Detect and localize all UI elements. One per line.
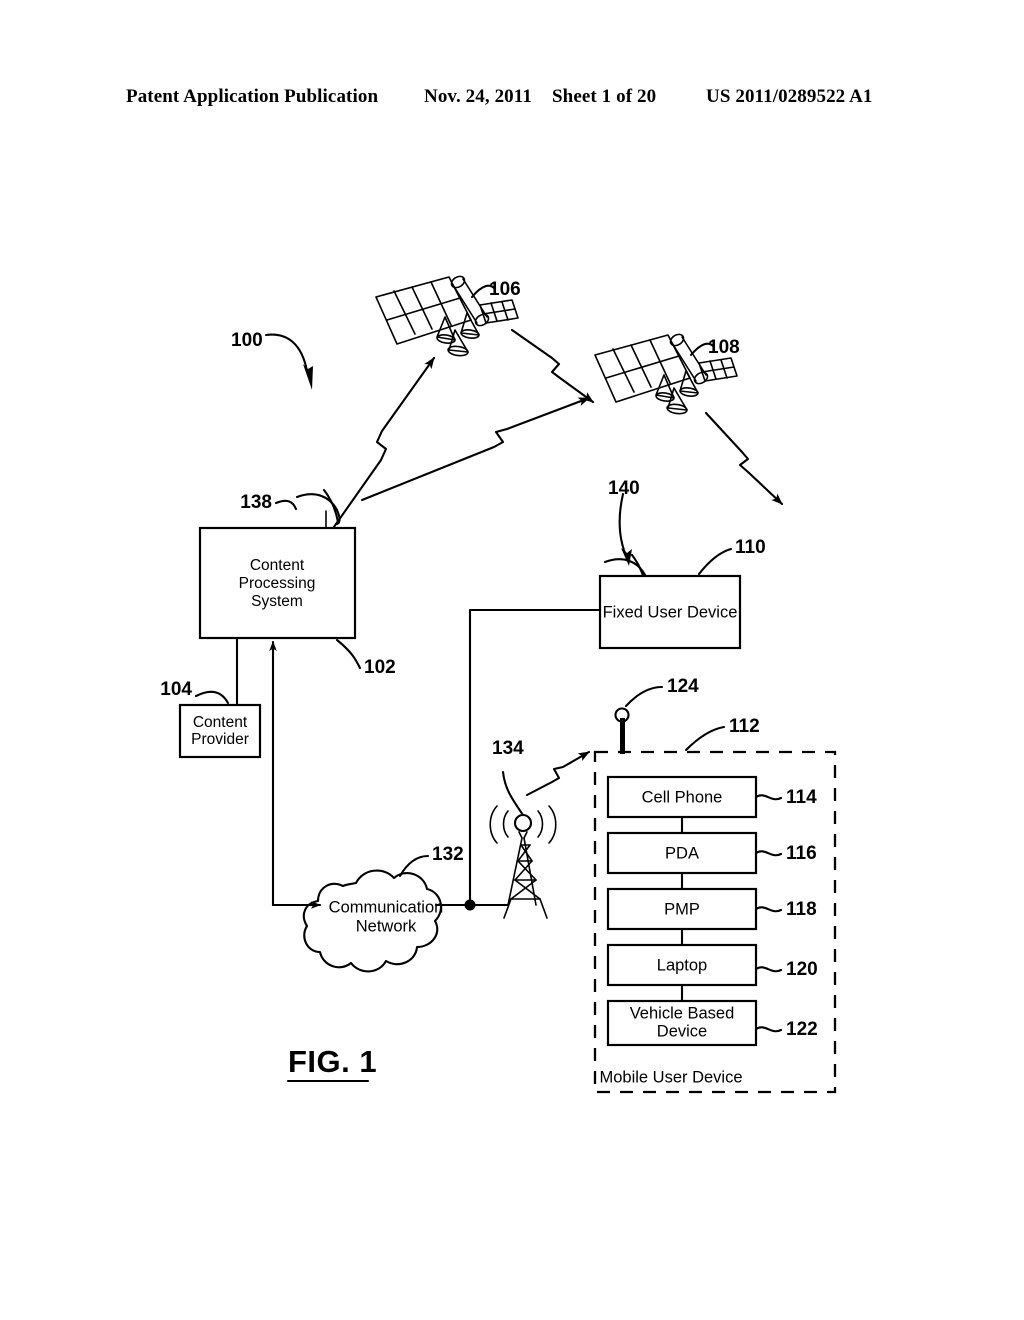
- patent-page: Patent Application Publication Nov. 24, …: [0, 0, 1024, 1320]
- ref-100-arrowhead: [303, 364, 313, 390]
- content-provider-box[interactable]: Content Provider 104: [160, 679, 262, 759]
- content-provider-label-line1: Content: [193, 714, 248, 731]
- rf-link-cps-to-satellite-106: [327, 356, 436, 536]
- communication-network-cloud[interactable]: Communication Network 132: [302, 844, 464, 973]
- ref-120-label: 120: [786, 959, 818, 980]
- ref-132-label: 132: [432, 844, 464, 865]
- mobile-device-cell-phone[interactable]: Cell Phone 114: [606, 775, 817, 819]
- content-processing-system-box[interactable]: Content Processing System 102: [198, 526, 396, 678]
- mobile-device-pmp[interactable]: PMP 118: [606, 887, 817, 931]
- pmp-label: PMP: [664, 900, 700, 918]
- ref-102-label: 102: [364, 657, 396, 678]
- ref-124-label: 124: [667, 676, 699, 697]
- ref-140-label: 140: [608, 478, 640, 499]
- ref-100-leader-line: [264, 333, 309, 373]
- mobile-device-pda[interactable]: PDA 116: [606, 831, 817, 875]
- mobile-user-device-label: Mobile User Device: [599, 1068, 742, 1086]
- vehicle-based-device-label-line1: Vehicle Based: [630, 1004, 735, 1022]
- content-provider-label-line2: Provider: [191, 731, 249, 748]
- figure-caption: FIG. 1: [286, 1044, 377, 1083]
- mobile-device-antenna-124: 124: [614, 676, 699, 754]
- ref-106-label: 106: [489, 279, 521, 300]
- ref-100-label: 100: [231, 330, 263, 351]
- ref-134-leader-line: [501, 770, 525, 817]
- fixed-user-device-label: Fixed User Device: [603, 603, 738, 621]
- mobile-antenna-mast: [620, 718, 625, 754]
- ref-124-leader-line: [624, 685, 664, 708]
- ref-116-label: 116: [786, 843, 817, 864]
- ref-112-label: 112: [729, 716, 760, 737]
- cps-dish-antenna-138: 138: [240, 488, 341, 529]
- ref-112-leader-line: [684, 725, 726, 752]
- vehicle-based-device-label-line2: Device: [657, 1022, 707, 1040]
- satellite-108-antenna-dishes: [655, 370, 699, 415]
- ref-110-label: 110: [735, 537, 766, 558]
- rf-link-tower-to-mobile-device: [525, 750, 591, 797]
- satellite-106-secondary-panel: [479, 299, 519, 324]
- mobile-device-vehicle-based-device[interactable]: Vehicle Based Device 122: [606, 999, 818, 1047]
- ref-122-label: 122: [786, 1019, 818, 1040]
- ref-122-leader-line: [754, 1026, 783, 1033]
- cps-label-line2: Processing: [239, 575, 316, 592]
- ref-102-leader-line: [335, 638, 362, 670]
- communication-network-label-line1: Communication: [329, 898, 444, 916]
- ref-116-leader-line: [754, 850, 783, 857]
- ref-140-arrowhead: [621, 548, 632, 566]
- cps-label-line3: System: [251, 593, 303, 610]
- ref-114-label: 114: [786, 787, 817, 808]
- cps-label-line1: Content: [250, 557, 305, 574]
- communication-network-label-line2: Network: [356, 917, 417, 935]
- satellite-108: 108: [594, 333, 740, 415]
- figure-1-diagram: 100 106 108 138 Content Processing Syste…: [160, 275, 837, 1094]
- rf-link-satellite-108-to-mobile-device: [704, 411, 784, 506]
- ref-104-leader-line: [194, 690, 230, 705]
- rf-link-satellite-106-to-108: [510, 328, 595, 404]
- ref-138-label: 138: [240, 492, 272, 513]
- ref-138-leader-line: [274, 499, 298, 511]
- satellite-106-antenna-dishes: [436, 312, 480, 357]
- pda-label: PDA: [665, 844, 699, 862]
- cell-phone-label: Cell Phone: [642, 788, 723, 806]
- ref-140-leader-line: [618, 492, 629, 560]
- satellite-106: 106: [375, 275, 521, 357]
- ref-104-label: 104: [160, 679, 192, 700]
- network-junction-dot: [464, 899, 476, 911]
- ref-118-label: 118: [786, 899, 817, 920]
- satellite-108-secondary-panel: [698, 357, 738, 382]
- ref-134-label: 134: [492, 738, 524, 759]
- mobile-device-laptop[interactable]: Laptop 120: [606, 943, 818, 987]
- figure-caption-text: FIG. 1: [288, 1044, 377, 1079]
- ref-114-leader-line: [754, 794, 783, 801]
- rf-link-cps-to-satellite-108: [360, 396, 591, 502]
- ref-110-leader-line: [697, 547, 733, 576]
- cell-tower-134: 134: [489, 738, 557, 919]
- ref-118-leader-line: [754, 906, 783, 913]
- ref-120-leader-line: [754, 966, 783, 973]
- ref-108-label: 108: [708, 337, 740, 358]
- laptop-label: Laptop: [657, 956, 707, 974]
- system-reference-callout: 100: [231, 330, 313, 390]
